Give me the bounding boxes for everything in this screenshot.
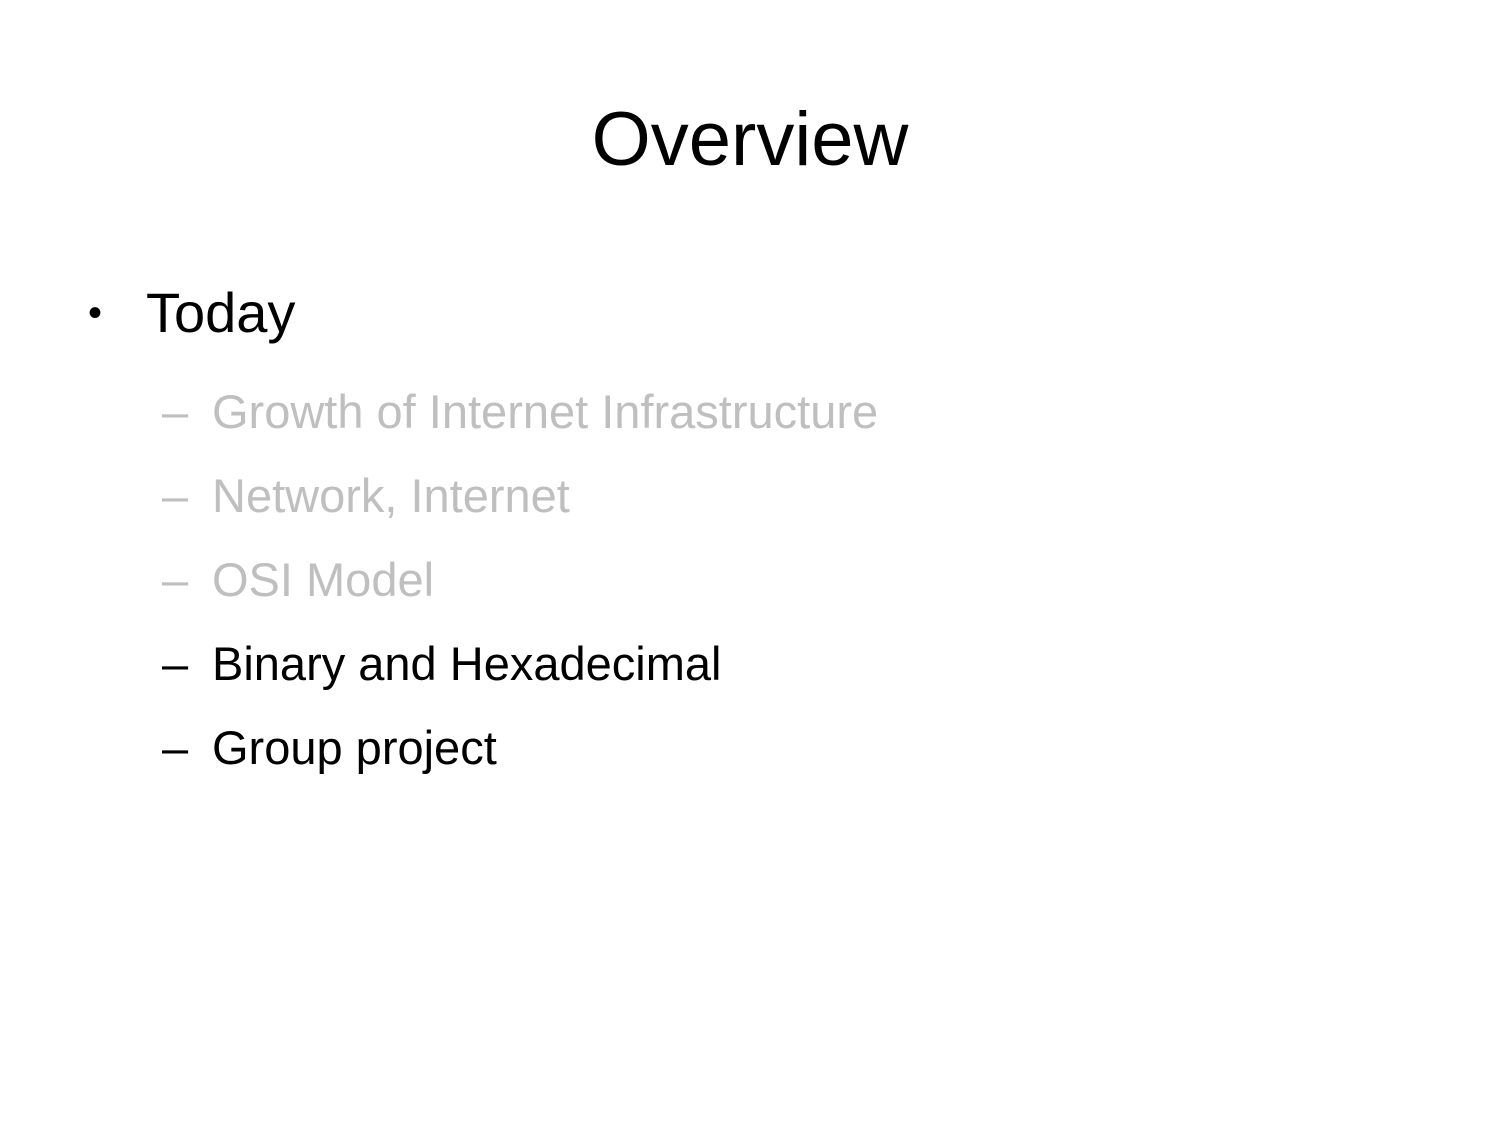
agenda-sublist: – Growth of Internet Infrastructure – Ne… (162, 370, 878, 790)
slide-title: Overview (591, 97, 909, 182)
bullet-marker: • (88, 291, 103, 335)
dash-marker: – (162, 469, 189, 522)
agenda-item-growth: – Growth of Internet Infrastructure (162, 370, 878, 454)
agenda-item-group-project: – Group project (162, 706, 878, 790)
dash-marker: – (162, 553, 189, 606)
dash-marker: – (162, 637, 189, 690)
bullet-label: Today (146, 281, 296, 344)
agenda-item-label: Growth of Internet Infrastructure (212, 385, 879, 438)
agenda-item-label: Network, Internet (212, 469, 570, 522)
slide: Overview • Today – Growth of Internet In… (0, 0, 1500, 1125)
agenda-item-network: – Network, Internet (162, 454, 878, 538)
agenda-item-label: Binary and Hexadecimal (212, 637, 722, 690)
dash-marker: – (162, 385, 189, 438)
bullet-today: • Today (88, 278, 295, 348)
agenda-item-osi: – OSI Model (162, 538, 878, 622)
agenda-item-label: Group project (212, 721, 497, 774)
agenda-item-binary: – Binary and Hexadecimal (162, 622, 878, 706)
dash-marker: – (162, 721, 189, 774)
agenda-item-label: OSI Model (212, 553, 435, 606)
